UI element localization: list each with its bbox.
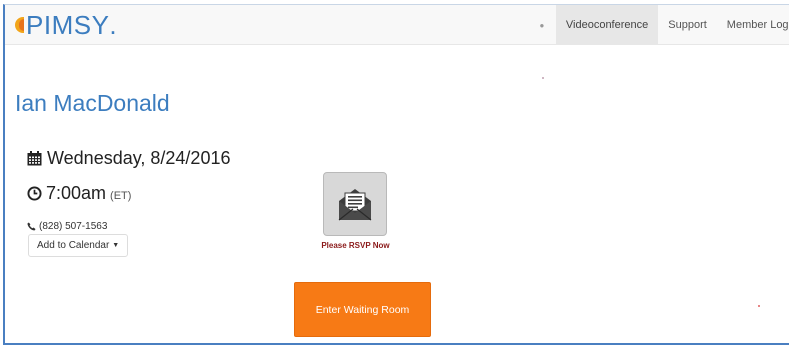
pimsy-logo-icon	[15, 15, 25, 35]
caret-down-icon: ▼	[112, 242, 120, 249]
clock-icon	[27, 186, 42, 201]
phone-number: (828) 507-1563	[27, 221, 107, 232]
page-title: Ian MacDonald	[15, 90, 170, 116]
add-to-calendar-button[interactable]: Add to Calendar ▼	[28, 234, 129, 257]
speck	[758, 305, 760, 307]
envelope-invite-icon	[335, 184, 375, 224]
appointment-date: Wednesday, 8/24/2016	[27, 148, 230, 169]
time-text: 7:00am	[46, 183, 107, 203]
rsvp-button[interactable]	[323, 172, 387, 236]
speck	[542, 77, 544, 79]
brand-dot: .	[109, 10, 118, 40]
rsvp-label[interactable]: Please RSVP Now	[308, 241, 403, 250]
nav-bullet-icon: ●	[539, 20, 545, 30]
phone-text: (828) 507-1563	[39, 221, 108, 232]
nav-menu: ● Videoconference Support Member Logi	[538, 5, 789, 45]
brand-logo[interactable]: PIMSY.	[15, 9, 117, 41]
date-text: Wednesday, 8/24/2016	[47, 148, 231, 168]
timezone-text: (ET)	[110, 189, 132, 202]
appointment-time: 7:00am (ET)	[27, 183, 131, 204]
enter-waiting-room-button[interactable]: Enter Waiting Room	[294, 282, 431, 337]
browser-frame: PIMSY. ● Videoconference Support Member …	[3, 4, 789, 345]
nav-item-member-login[interactable]: Member Logi	[717, 5, 789, 45]
calendar-icon	[27, 151, 42, 166]
nav-item-videoconference[interactable]: Videoconference	[555, 5, 659, 45]
nav-item-support[interactable]: Support	[658, 5, 717, 45]
brand-text: PIMSY	[26, 10, 110, 40]
add-to-calendar-label: Add to Calendar	[37, 240, 110, 251]
phone-icon	[27, 222, 36, 231]
navbar: PIMSY. ● Videoconference Support Member …	[5, 5, 789, 45]
